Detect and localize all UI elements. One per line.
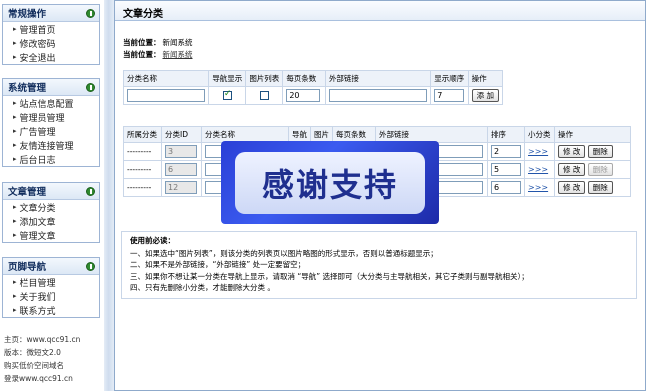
- sidebar-item-admin-manage[interactable]: 管理员管理: [3, 110, 99, 124]
- breadcrumb-link[interactable]: 新闻系统: [163, 50, 193, 59]
- subcategory-link[interactable]: >>>: [528, 147, 548, 156]
- breadcrumb: 当前位置： 新闻系统: [123, 37, 193, 48]
- display-order-input[interactable]: [434, 89, 465, 102]
- sidebar-section-common: 常规操作 管理首页 修改密码 安全退出: [2, 4, 100, 65]
- sidebar-item-links[interactable]: 友情连接管理: [3, 138, 99, 152]
- footer-version: 版本：微短文2.0: [4, 348, 61, 357]
- breadcrumb-value: 新闻系统: [162, 38, 193, 47]
- footer-login: 登录www.qcc91.cn: [4, 374, 73, 383]
- sidebar-item-about[interactable]: 关于我们: [3, 289, 99, 303]
- sidebar-section-header[interactable]: 文章管理: [3, 183, 99, 200]
- section-title: 页脚导航: [8, 262, 47, 273]
- nav-display-checkbox[interactable]: [222, 89, 232, 101]
- usage-notes: 使用前必读： 一、如果选中“图片列表”，则该分类的列表页以图片略图的形式显示，否…: [121, 231, 637, 299]
- delete-button-disabled: 删除: [587, 163, 613, 176]
- order-input[interactable]: [491, 181, 521, 194]
- sidebar-item-logs[interactable]: 后台日志: [3, 152, 99, 166]
- external-link-input[interactable]: [328, 89, 427, 102]
- section-title: 系统管理: [8, 83, 47, 94]
- note-line: 四、只有先删除小分类，才能删除大分类 。: [130, 283, 275, 292]
- breadcrumb-label: 当前位置：: [123, 50, 161, 59]
- col-header-id: 分类ID: [161, 126, 202, 143]
- category-name-input[interactable]: [127, 89, 205, 102]
- subcategory-link[interactable]: >>>: [528, 165, 548, 174]
- note-line: 三、如果你不想让某一分类在导航上显示，请取消 “导航” 选择即可（大分类与主导航…: [130, 271, 529, 281]
- col-header-action: 操作: [554, 126, 631, 143]
- col-header-name: 分类名称: [122, 70, 210, 87]
- parent-cell: ---------: [123, 178, 162, 197]
- category-id-field: [165, 181, 197, 194]
- col-header-order: 排序: [487, 126, 525, 143]
- sidebar-section-system: 系统管理 站点信息配置 管理员管理 广告管理 友情连接管理 后台日志: [2, 78, 100, 167]
- sidebar-section-header[interactable]: 系统管理: [3, 79, 99, 96]
- sidebar: 常规操作 管理首页 修改密码 安全退出 系统管理 站点信息配置 管理员管理 广告…: [0, 0, 104, 391]
- collapse-icon[interactable]: [86, 186, 95, 196]
- add-button[interactable]: 添 加: [471, 89, 499, 102]
- col-header-per-page: 每页条数: [282, 70, 326, 87]
- add-row: 添 加: [122, 86, 504, 105]
- edit-button[interactable]: 修 改: [558, 145, 586, 158]
- order-input[interactable]: [491, 145, 521, 158]
- page-title: 文章分类: [115, 1, 645, 21]
- sidebar-footer: 主页：www.qcc91.cn 版本：微短文2.0 购买低价空间域名 登录www…: [4, 333, 104, 385]
- table-header-row: 分类名称 导航显示 图片列表 每页条数 外部链接 显示顺序 操作: [122, 70, 504, 87]
- sidebar-item-categories[interactable]: 文章分类: [3, 200, 99, 214]
- category-id-field: [165, 145, 197, 158]
- col-header-action: 操作: [467, 70, 504, 87]
- section-title: 文章管理: [8, 187, 47, 198]
- note-line: 二、如果不是外部链接，“外部链接” 处一定要留空；: [130, 260, 306, 269]
- edit-button[interactable]: 修 改: [558, 163, 586, 176]
- subcategory-link[interactable]: >>>: [528, 183, 548, 192]
- category-id-field: [165, 163, 197, 176]
- breadcrumb-label: 当前位置：: [123, 38, 161, 47]
- sidebar-item-ads[interactable]: 广告管理: [3, 124, 99, 138]
- section-title: 常规操作: [8, 9, 47, 20]
- sidebar-item-columns[interactable]: 栏目管理: [3, 275, 99, 289]
- footer-homepage: 主页：www.qcc91.cn: [4, 335, 81, 344]
- footer-buy: 购买低价空间域名: [4, 361, 64, 370]
- sidebar-item-contact[interactable]: 联系方式: [3, 303, 99, 317]
- sidebar-section-header[interactable]: 常规操作: [3, 5, 99, 22]
- sidebar-splitter[interactable]: [104, 0, 114, 391]
- col-header-link: 外部链接: [324, 70, 432, 87]
- sidebar-section-footer-nav: 页脚导航 栏目管理 关于我们 联系方式: [2, 257, 100, 318]
- col-header-parent: 所属分类: [123, 126, 162, 143]
- sidebar-item-admin-home[interactable]: 管理首页: [3, 22, 99, 36]
- sidebar-item-add-article[interactable]: 添加文章: [3, 214, 99, 228]
- col-header-order: 显示顺序: [430, 70, 469, 87]
- watermark-text: 感谢支持: [235, 151, 425, 214]
- sidebar-item-logout[interactable]: 安全退出: [3, 50, 99, 64]
- col-header-sub: 小分类: [524, 126, 555, 143]
- delete-button[interactable]: 删除: [587, 181, 613, 194]
- sidebar-section-header[interactable]: 页脚导航: [3, 258, 99, 275]
- order-input[interactable]: [491, 163, 521, 176]
- edit-button[interactable]: 修 改: [558, 181, 586, 194]
- parent-cell: ---------: [123, 142, 162, 161]
- watermark-overlay: 感谢支持: [221, 141, 439, 224]
- delete-button[interactable]: 删除: [587, 145, 613, 158]
- col-header-img: 图片列表: [245, 70, 284, 87]
- sidebar-item-change-password[interactable]: 修改密码: [3, 36, 99, 50]
- breadcrumb: 当前位置： 新闻系统: [123, 49, 193, 60]
- col-header-nav: 导航显示: [208, 70, 247, 87]
- sidebar-section-articles: 文章管理 文章分类 添加文章 管理文章: [2, 182, 100, 243]
- note-line: 一、如果选中“图片列表”，则该分类的列表页以图片略图的形式显示，否则以普通标题显…: [130, 248, 438, 258]
- notes-title: 使用前必读：: [130, 236, 175, 245]
- per-page-input[interactable]: [286, 89, 321, 102]
- add-category-table: 分类名称 导航显示 图片列表 每页条数 外部链接 显示顺序 操作 添 加: [122, 70, 504, 105]
- collapse-icon[interactable]: [86, 8, 95, 18]
- collapse-icon[interactable]: [86, 261, 95, 271]
- sidebar-item-manage-articles[interactable]: 管理文章: [3, 228, 99, 242]
- image-list-checkbox[interactable]: [259, 91, 269, 101]
- parent-cell: ---------: [123, 160, 162, 179]
- sidebar-item-site-config[interactable]: 站点信息配置: [3, 96, 99, 110]
- collapse-icon[interactable]: [86, 82, 95, 92]
